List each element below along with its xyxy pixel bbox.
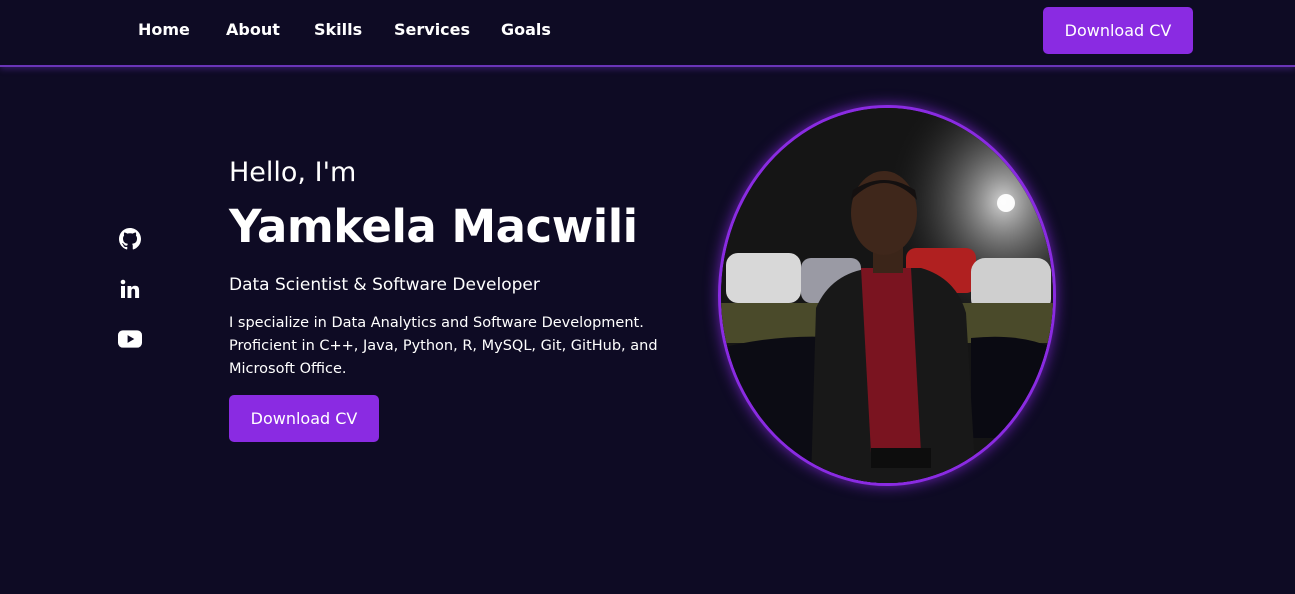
download-cv-hero-button[interactable]: Download CV: [229, 395, 379, 442]
nav-link-goals[interactable]: Goals: [501, 20, 551, 39]
nav-link-skills[interactable]: Skills: [314, 20, 362, 39]
hero-role: Data Scientist & Software Developer: [229, 275, 540, 295]
hero-bio: I specialize in Data Analytics and Softw…: [229, 315, 658, 377]
github-icon[interactable]: [118, 228, 142, 250]
nav-link-home[interactable]: Home: [138, 20, 190, 39]
navbar: Home About Skills Services Goals Downloa…: [0, 0, 1295, 67]
nav-link-about[interactable]: About: [226, 20, 280, 39]
profile-photo: [718, 105, 1056, 486]
hero-greeting: Hello, I'm: [229, 157, 357, 188]
hero-name: Yamkela Macwili: [229, 200, 638, 253]
youtube-icon[interactable]: [118, 328, 142, 350]
download-cv-nav-button[interactable]: Download CV: [1043, 7, 1193, 54]
nav-link-services[interactable]: Services: [394, 20, 470, 39]
linkedin-icon[interactable]: [118, 278, 142, 300]
